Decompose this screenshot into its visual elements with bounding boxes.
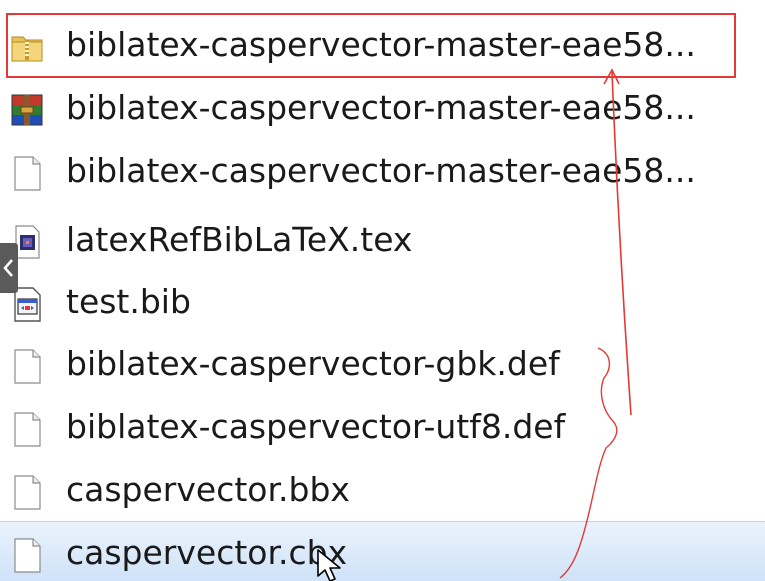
file-name: caspervector.bbx	[66, 470, 350, 509]
chevron-left-icon	[3, 259, 13, 277]
file-name: biblatex-caspervector-gbk.def	[66, 344, 560, 383]
file-row[interactable]: biblatex-caspervector-master-eae58...	[0, 140, 765, 202]
blank-file-icon	[8, 410, 46, 448]
file-name: test.bib	[66, 282, 191, 321]
file-row[interactable]: biblatex-caspervector-gbk.def	[0, 333, 765, 395]
blank-file-icon	[8, 473, 46, 511]
file-name: biblatex-caspervector-master-eae58...	[66, 88, 696, 127]
file-name: caspervector.cbx	[66, 533, 348, 572]
collapse-pane-button[interactable]	[0, 243, 18, 293]
file-name: biblatex-caspervector-utf8.def	[66, 407, 566, 446]
folder-zip-icon	[8, 28, 46, 66]
file-name: latexRefBibLaTeX.tex	[66, 220, 413, 259]
mouse-cursor-icon	[317, 549, 341, 581]
file-name: biblatex-caspervector-master-eae58...	[66, 25, 696, 64]
blank-file-icon	[8, 536, 46, 574]
blank-file-icon	[8, 154, 46, 192]
file-row[interactable]: biblatex-caspervector-master-eae58...	[0, 14, 765, 76]
winrar-archive-icon	[8, 91, 46, 129]
file-row-selected[interactable]: caspervector.cbx	[0, 521, 765, 581]
file-name: biblatex-caspervector-master-eae58...	[66, 151, 696, 190]
file-row[interactable]: biblatex-caspervector-master-eae58...	[0, 77, 765, 139]
file-row[interactable]: test.bib	[0, 271, 765, 333]
file-list: biblatex-caspervector-master-eae58... bi…	[0, 0, 765, 581]
file-row[interactable]: caspervector.bbx	[0, 459, 765, 521]
file-row[interactable]: latexRefBibLaTeX.tex	[0, 209, 765, 271]
file-row[interactable]: biblatex-caspervector-utf8.def	[0, 396, 765, 458]
blank-file-icon	[8, 347, 46, 385]
